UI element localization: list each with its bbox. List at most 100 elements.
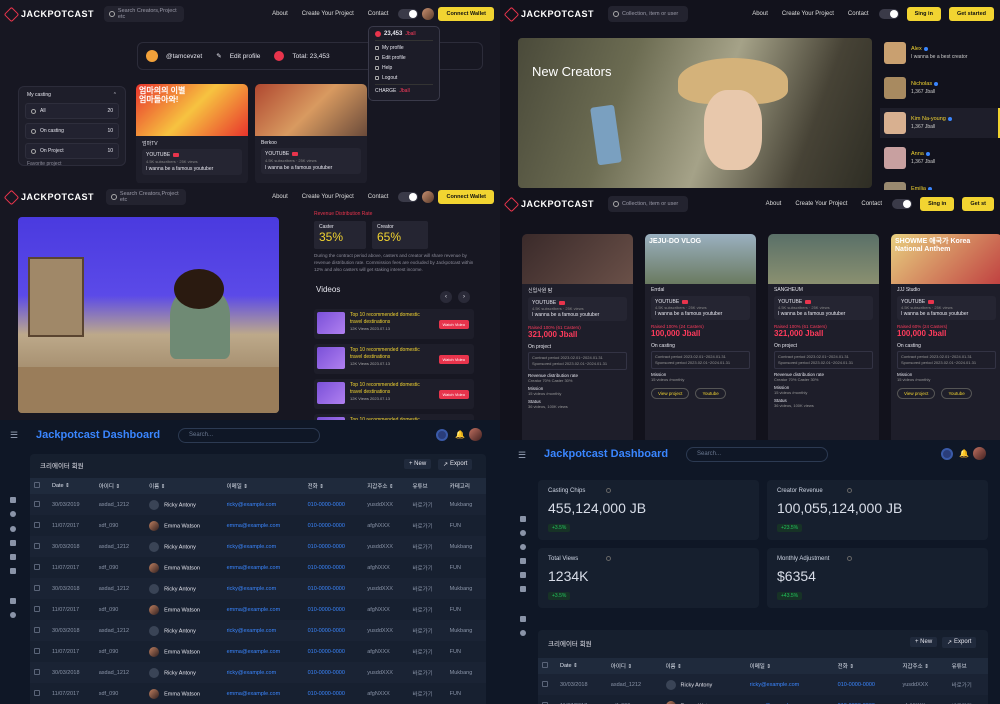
column-header[interactable]: 전화 ⇕ bbox=[833, 658, 899, 674]
sidebar-icon[interactable] bbox=[520, 530, 526, 536]
creator-card[interactable]: 엄마의의 이별 엄마돌아와! 엄마TV YOUTUBE 4.5K subscriber… bbox=[136, 84, 248, 183]
dropdown-item[interactable]: Edit profile bbox=[375, 55, 433, 61]
table-row[interactable]: 11/07/2017 sdf_090 Emma Watson emma@example… bbox=[30, 683, 486, 704]
watch-video-button[interactable]: Watch Video bbox=[438, 320, 469, 329]
checkbox-icon[interactable] bbox=[34, 482, 40, 488]
checkbox-icon[interactable] bbox=[34, 689, 40, 696]
dropdown-item[interactable]: Logout bbox=[375, 75, 433, 81]
cell-youtube-link[interactable]: 바로가기 bbox=[408, 620, 445, 641]
cell-youtube-link[interactable]: 바로가기 bbox=[948, 674, 988, 695]
checkbox-icon[interactable] bbox=[34, 605, 40, 612]
user-avatar[interactable] bbox=[469, 428, 482, 441]
connect-wallet-button[interactable]: Connect Wallet bbox=[438, 7, 494, 21]
row-checkbox[interactable] bbox=[30, 641, 48, 662]
sign-in-button[interactable]: Sing in bbox=[906, 7, 941, 21]
table-row[interactable]: 11/07/2017 sdf_090 Emma Watson emma@example… bbox=[30, 515, 486, 536]
nav-contact[interactable]: Contact bbox=[368, 11, 389, 17]
project-card[interactable]: 신입사원 탐 YOUTUBE 4.5K subscribers · 25K view… bbox=[522, 234, 633, 440]
sidebar-icon[interactable] bbox=[520, 544, 526, 550]
checkbox-icon[interactable] bbox=[34, 521, 40, 528]
dashboard-search[interactable]: Search... bbox=[178, 428, 320, 443]
select-all-checkbox[interactable] bbox=[538, 658, 556, 674]
cell-youtube-link[interactable]: 바로가기 bbox=[408, 515, 445, 536]
checkbox-icon[interactable] bbox=[34, 542, 40, 549]
user-avatar[interactable] bbox=[973, 447, 986, 460]
sidebar-icon[interactable] bbox=[10, 540, 16, 546]
search-input[interactable]: Collection, item or user bbox=[608, 196, 689, 212]
column-header[interactable]: 유튜브 bbox=[947, 658, 988, 674]
bell-icon[interactable]: 🔔 bbox=[959, 449, 969, 458]
cell-youtube-link[interactable]: 바로가기 bbox=[408, 536, 445, 557]
theme-icon[interactable] bbox=[941, 448, 953, 460]
view-project-button[interactable]: View project bbox=[897, 388, 936, 399]
row-checkbox[interactable] bbox=[30, 557, 48, 578]
cell-youtube-link[interactable]: 바로가기 bbox=[408, 683, 445, 704]
cell-youtube-link[interactable]: 바로가기 bbox=[408, 662, 445, 683]
export-button[interactable]: ↗ Export bbox=[438, 459, 473, 470]
table-row[interactable]: 30/03/2018 asdad_1212 Ricky Antony ricky@ex… bbox=[30, 578, 486, 599]
column-header[interactable]: 이메일 ⇕ bbox=[745, 658, 834, 674]
table-row[interactable]: 11/07/2017 sdf_090 Emma Watson emma@example… bbox=[30, 557, 486, 578]
row-checkbox[interactable] bbox=[538, 695, 556, 704]
column-header[interactable]: 전화 ⇕ bbox=[303, 478, 364, 494]
row-checkbox[interactable] bbox=[30, 515, 48, 536]
cell-youtube-link[interactable]: 바로가기 bbox=[408, 599, 445, 620]
video-item[interactable]: Top 10 recommended domestic travel desti… bbox=[314, 309, 474, 339]
project-card[interactable]: SANGHEUM YOUTUBE 4.5K subscribers · 25K vi… bbox=[768, 234, 879, 440]
column-header[interactable]: 아이디 ⇕ bbox=[94, 478, 146, 494]
view-project-button[interactable]: View project bbox=[651, 388, 690, 399]
checkbox-icon[interactable] bbox=[34, 500, 40, 507]
bell-icon[interactable]: 🔔 bbox=[455, 430, 465, 439]
cell-youtube-link[interactable]: 바로가기 bbox=[408, 557, 445, 578]
cell-email[interactable]: emma@example.com bbox=[223, 641, 304, 662]
next-arrow-icon[interactable]: › bbox=[458, 291, 470, 303]
creator-card[interactable]: Berkoo YOUTUBE 4.5K subscribers · 25K view… bbox=[255, 84, 367, 183]
nav-about[interactable]: About bbox=[272, 11, 288, 17]
column-header[interactable]: 이메일 ⇕ bbox=[222, 478, 304, 494]
nav-about[interactable]: About bbox=[766, 201, 782, 207]
theme-toggle[interactable] bbox=[878, 9, 899, 19]
column-header[interactable]: Date ⇕ bbox=[48, 478, 95, 494]
sidebar-icon[interactable] bbox=[10, 612, 16, 618]
casting-filter-row[interactable]: All 20 bbox=[25, 103, 119, 119]
row-checkbox[interactable] bbox=[30, 536, 48, 557]
casting-filter-row[interactable]: On casting 10 bbox=[25, 123, 119, 139]
avatar[interactable] bbox=[422, 8, 435, 20]
checkbox-icon[interactable] bbox=[34, 668, 40, 675]
row-checkbox[interactable] bbox=[30, 662, 48, 683]
table-row[interactable]: 11/07/2017 sdf_090 Emma Watson emma@example… bbox=[30, 599, 486, 620]
project-card[interactable]: JEJU-DO VLOG Errdal YOUTUBE 4.5K subscriber… bbox=[645, 234, 756, 440]
logo[interactable]: JACKPOTCAST bbox=[3, 189, 94, 205]
row-checkbox[interactable] bbox=[30, 578, 48, 599]
flag-icon[interactable] bbox=[520, 616, 526, 622]
checkbox-icon[interactable] bbox=[34, 626, 40, 633]
cell-email[interactable]: emma@example.com bbox=[223, 557, 304, 578]
column-header[interactable]: Date ⇕ bbox=[556, 658, 607, 674]
menu-icon[interactable]: ☰ bbox=[10, 430, 18, 441]
column-header[interactable]: 이름 ⇕ bbox=[145, 478, 223, 494]
get-started-button[interactable]: Get started bbox=[948, 7, 994, 21]
select-all-checkbox[interactable] bbox=[30, 478, 48, 494]
connect-wallet-button[interactable]: Connect Wallet bbox=[438, 190, 494, 204]
table-row[interactable]: 30/03/2018 asdad_1212 Ricky Antony ricky@ex… bbox=[30, 536, 486, 557]
avatar[interactable] bbox=[422, 191, 435, 203]
row-checkbox[interactable] bbox=[30, 683, 48, 704]
sidebar-icon[interactable] bbox=[520, 586, 526, 592]
sidebar-icon[interactable] bbox=[10, 526, 16, 532]
dropdown-item[interactable]: My profile bbox=[375, 45, 433, 51]
watch-video-button[interactable]: Watch Video bbox=[438, 355, 469, 364]
nav-create[interactable]: Create Your Project bbox=[782, 11, 834, 17]
youtube-button[interactable]: Youtube bbox=[941, 388, 972, 399]
creator-list-item[interactable]: Alex I wanna be a best creator bbox=[880, 38, 1000, 68]
prev-arrow-icon[interactable]: ‹ bbox=[440, 291, 452, 303]
cell-youtube-link[interactable]: 바로가기 bbox=[408, 578, 445, 599]
dropdown-item[interactable]: Help bbox=[375, 65, 433, 71]
watch-video-button[interactable]: Watch Video bbox=[438, 390, 469, 399]
logo[interactable]: JACKPOTCAST bbox=[503, 6, 594, 22]
column-header[interactable]: 유튜브 bbox=[408, 478, 446, 494]
casting-filter-row[interactable]: On Project 10 bbox=[25, 143, 119, 159]
cell-youtube-link[interactable]: 바로가기 bbox=[948, 695, 988, 704]
cell-email[interactable]: ricky@example.com bbox=[223, 620, 304, 641]
nav-create[interactable]: Create Your Project bbox=[302, 194, 354, 200]
new-button[interactable]: + New bbox=[910, 637, 938, 647]
